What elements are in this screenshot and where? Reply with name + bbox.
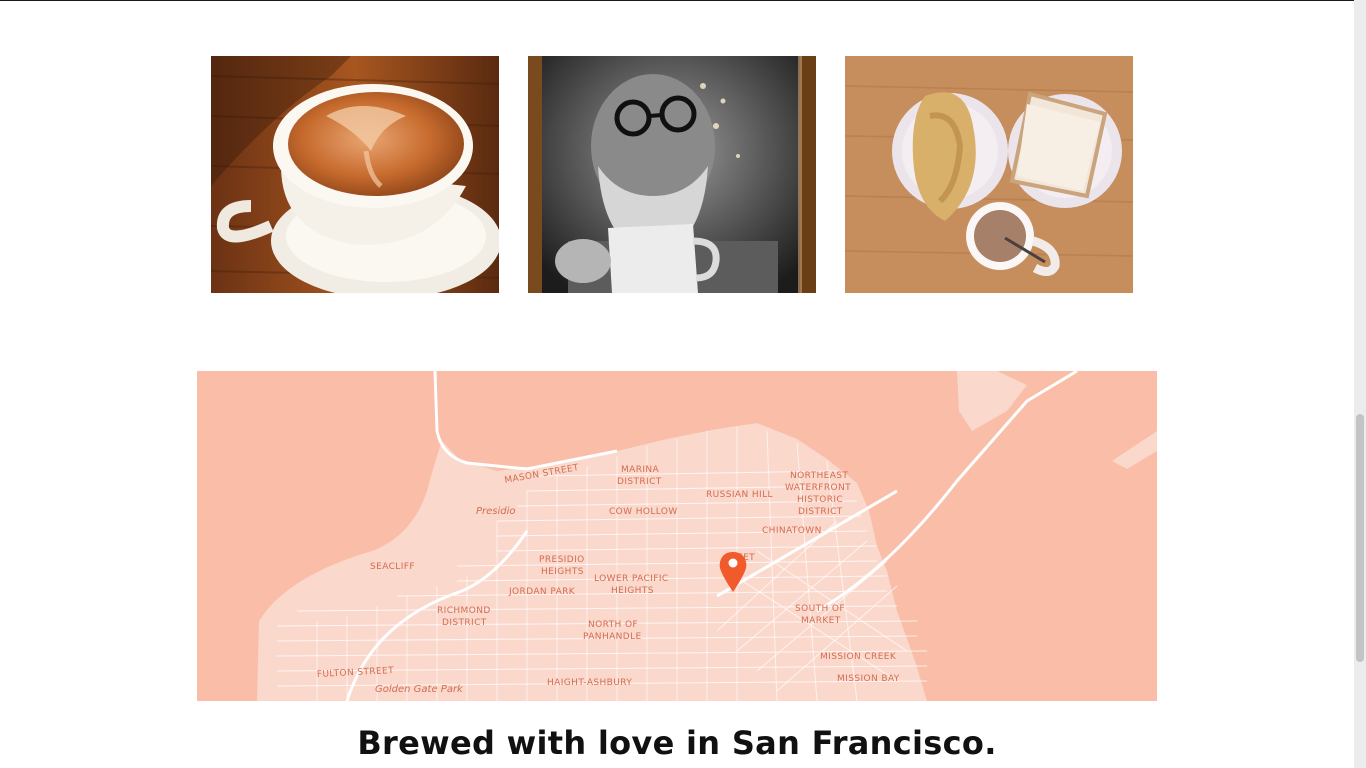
map-label-golden-gate-park: Golden Gate Park [375, 684, 464, 695]
location-map[interactable]: MASON STREET MARINA DISTRICT RUSSIAN HIL… [197, 371, 1157, 701]
map-label-north-of: NORTH OF [588, 620, 638, 630]
breakfast-photo [845, 56, 1133, 293]
map-label-northeast: NORTHEAST [790, 471, 848, 481]
map-label-historic: HISTORIC [797, 495, 843, 505]
scrollbar-track[interactable] [1354, 0, 1366, 768]
map-label-lower-pacific-heights: HEIGHTS [611, 586, 654, 596]
map-label-marina: MARINA [621, 465, 660, 475]
map-label-russian-hill: RUSSIAN HILL [706, 490, 773, 500]
map-label-ne-district: DISTRICT [798, 507, 843, 517]
map-label-presidio: Presidio [476, 506, 516, 517]
map-label-chinatown: CHINATOWN [762, 526, 822, 536]
map-label-cow-hollow: COW HOLLOW [609, 507, 678, 517]
footer-headline: Brewed with love in San Francisco. [357, 724, 997, 762]
map-label-panhandle: PANHANDLE [583, 632, 642, 642]
map-label-south-of: SOUTH OF [795, 604, 845, 614]
map-label-seacliff: SEACLIFF [370, 562, 415, 572]
map-label-marina-district: DISTRICT [617, 477, 662, 487]
map-label-richmond-district: DISTRICT [442, 618, 487, 628]
scrollbar-thumb[interactable] [1356, 414, 1364, 662]
map-label-haight-ashbury: HAIGHT-ASHBURY [547, 678, 632, 688]
top-border [0, 0, 1354, 1]
map-label-market: MARKET [801, 616, 841, 626]
map-label-richmond: RICHMOND [437, 606, 491, 616]
latte-photo [211, 56, 499, 293]
map-label-mission-creek: MISSION CREEK [820, 652, 897, 662]
map-label-jordan-park: JORDAN PARK [508, 587, 576, 597]
map-label-lower-pacific: LOWER PACIFIC [594, 574, 669, 584]
map-label-waterfront: WATERFRONT [785, 483, 851, 493]
map-label-mission-bay: MISSION BAY [837, 674, 900, 684]
map-label-presidio-heights-2: HEIGHTS [541, 567, 584, 577]
map-label-presidio-heights: PRESIDIO [539, 555, 585, 565]
portrait-photo [528, 56, 816, 293]
